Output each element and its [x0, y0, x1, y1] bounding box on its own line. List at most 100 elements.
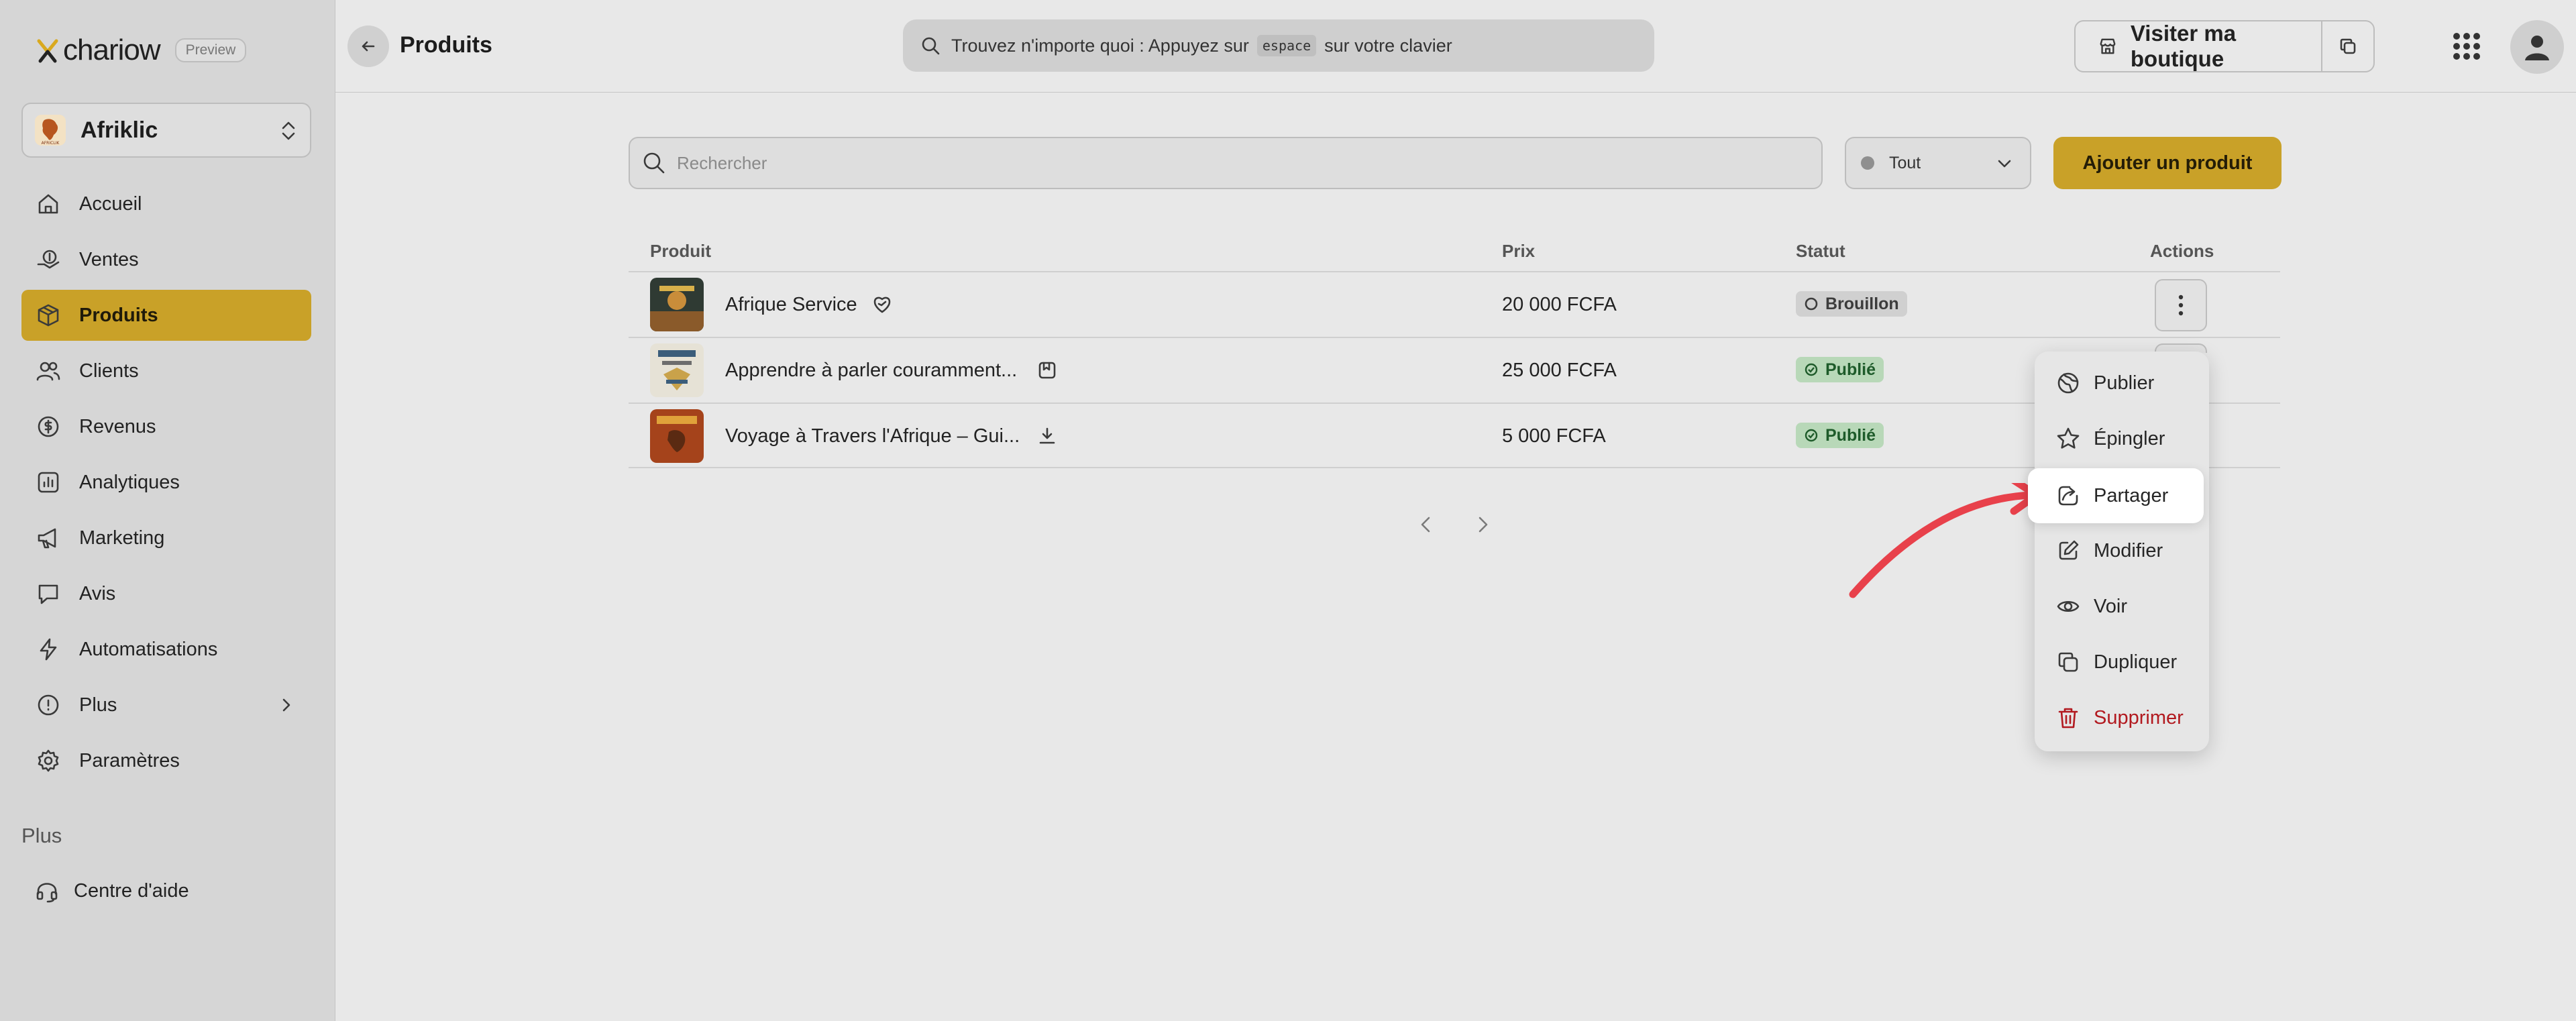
table-row[interactable]: Apprendre à parler couramment... 25 000 … — [629, 337, 2280, 402]
product-search-input[interactable] — [677, 152, 1750, 174]
megaphone-icon — [38, 528, 56, 549]
sidebar-item-accueil[interactable]: Accueil — [21, 178, 311, 229]
page-title: Produits — [400, 32, 492, 58]
chart-icon — [38, 472, 59, 493]
store-switcher[interactable]: AFRICLIK Afriklic — [21, 103, 311, 158]
check-circle-icon — [1805, 429, 1818, 442]
chevron-left-icon[interactable] — [1415, 513, 1436, 537]
product-name[interactable]: Voyage à Travers l'Afrique – Gui... — [725, 425, 1020, 447]
status-label: Brouillon — [1825, 294, 1899, 313]
search-icon — [922, 37, 940, 55]
menu-item-supprimer[interactable]: Supprimer — [2035, 690, 2209, 745]
annotation-arrow-icon — [1849, 483, 2039, 598]
sidebar-item-label: Paramètres — [79, 749, 180, 771]
global-search-bar[interactable]: Trouvez n'importe quoi : Appuyez sur esp… — [903, 19, 1654, 72]
column-header-statut: Statut — [1796, 241, 1845, 261]
table-row[interactable]: Afrique Service 20 000 FCFA Brouillon — [629, 271, 2280, 337]
product-price: 5 000 FCFA — [1502, 425, 1606, 447]
info-icon — [38, 694, 59, 716]
back-button[interactable] — [347, 25, 389, 67]
sidebar-item-label: Automatisations — [79, 638, 218, 660]
star-icon — [2057, 427, 2080, 449]
menu-item-partager[interactable]: Partager — [2028, 468, 2204, 523]
store-name: Afriklic — [80, 117, 158, 143]
sidebar-item-analytiques[interactable]: Analytiques — [21, 457, 311, 508]
copy-icon — [2058, 652, 2078, 672]
globe-icon — [2057, 372, 2079, 394]
sidebar-item-label: Clients — [79, 360, 139, 382]
preview-badge: Preview — [174, 38, 247, 62]
sidebar-item-label: Produits — [79, 304, 158, 326]
brand-logo[interactable]: chariow Preview — [36, 34, 247, 67]
chevron-down-icon — [1998, 160, 2011, 168]
product-name[interactable]: Afrique Service — [725, 294, 857, 316]
home-icon — [38, 194, 58, 214]
table-row[interactable]: Voyage à Travers l'Afrique – Gui... 5 00… — [629, 402, 2280, 468]
status-badge: Publié — [1796, 357, 1884, 382]
headset-icon — [36, 883, 58, 903]
menu-item-dupliquer[interactable]: Dupliquer — [2035, 635, 2209, 690]
menu-item-label: Partager — [2094, 484, 2169, 506]
sidebar-item-label: Plus — [79, 694, 117, 716]
menu-item-label: Dupliquer — [2094, 651, 2178, 673]
chariow-logo-icon — [37, 39, 58, 63]
sidebar-item-revenus[interactable]: Revenus — [21, 401, 311, 452]
add-product-button[interactable]: Ajouter un produit — [2053, 137, 2282, 189]
visit-store-label: Visiter ma boutique — [2130, 21, 2237, 71]
visit-store-group: Visiter ma boutique — [2074, 20, 2375, 72]
sidebar-item-clients[interactable]: Clients — [21, 345, 311, 396]
review-icon — [38, 584, 58, 604]
apps-grid-icon[interactable] — [2450, 30, 2483, 63]
sidebar-item-automatisations[interactable]: Automatisations — [21, 624, 311, 675]
storefront-icon — [2100, 38, 2116, 54]
column-header-prix: Prix — [1502, 241, 1536, 261]
top-header: Produits Trouvez n'importe quoi : Appuye… — [335, 0, 2576, 93]
store-avatar: AFRICLIK — [35, 115, 66, 146]
edit-icon — [2059, 540, 2079, 560]
status-badge: Brouillon — [1796, 291, 1907, 317]
sidebar-item-ventes[interactable]: Ventes — [21, 234, 311, 285]
box-icon — [38, 304, 59, 327]
sidebar-item-help[interactable]: Centre d'aide — [21, 865, 311, 916]
sidebar-item-label: Ventes — [79, 248, 139, 270]
status-label: Publié — [1825, 360, 1876, 379]
eye-icon — [2057, 600, 2080, 612]
users-icon — [36, 362, 60, 381]
trash-icon — [2058, 708, 2078, 729]
product-name[interactable]: Apprendre à parler couramment... — [725, 360, 1017, 382]
product-price: 25 000 FCFA — [1502, 360, 1617, 381]
pagination — [1415, 513, 1493, 537]
menu-item-label: Supprimer — [2094, 706, 2184, 729]
sidebar-item-label: Analytiques — [79, 471, 180, 493]
chevron-right-icon[interactable] — [1473, 513, 1493, 537]
sidebar-item-avis[interactable]: Avis — [21, 568, 311, 619]
column-header-produit: Produit — [650, 241, 711, 261]
sidebar-item-label: Avis — [79, 582, 116, 604]
sidebar-item-marketing[interactable]: Marketing — [21, 513, 311, 563]
product-thumbnail — [650, 343, 704, 397]
column-header-actions: Actions — [2150, 241, 2214, 261]
menu-item-publier[interactable]: Publier — [2035, 356, 2209, 411]
menu-item-voir[interactable]: Voir — [2035, 579, 2209, 634]
menu-item-modifier[interactable]: Modifier — [2035, 523, 2209, 578]
filter-status-dot — [1861, 156, 1874, 170]
menu-item-label: Voir — [2094, 595, 2127, 617]
menu-item-epingler[interactable]: Épingler — [2035, 411, 2209, 466]
user-avatar-button[interactable] — [2510, 20, 2564, 74]
copy-icon — [2340, 38, 2356, 54]
row-actions-button[interactable] — [2155, 279, 2207, 331]
sales-icon — [37, 250, 60, 269]
sidebar-item-produits[interactable]: Produits — [21, 290, 311, 341]
product-search-field[interactable] — [629, 137, 1823, 189]
copy-store-link-button[interactable] — [2322, 36, 2373, 56]
sidebar: chariow Preview AFRICLIK Afriklic Accuei… — [0, 0, 335, 1021]
draft-circle-icon — [1805, 297, 1818, 311]
search-shortcut-key: espace — [1256, 35, 1317, 56]
course-icon — [1038, 362, 1056, 379]
sidebar-item-plus[interactable]: Plus — [21, 680, 311, 731]
status-filter-select[interactable]: Tout — [1845, 137, 2031, 189]
share-icon — [2058, 486, 2078, 506]
sidebar-item-parametres[interactable]: Paramètres — [21, 735, 311, 786]
visit-store-button[interactable]: Visiter ma boutique — [2076, 21, 2322, 71]
menu-item-label: Publier — [2094, 372, 2155, 394]
